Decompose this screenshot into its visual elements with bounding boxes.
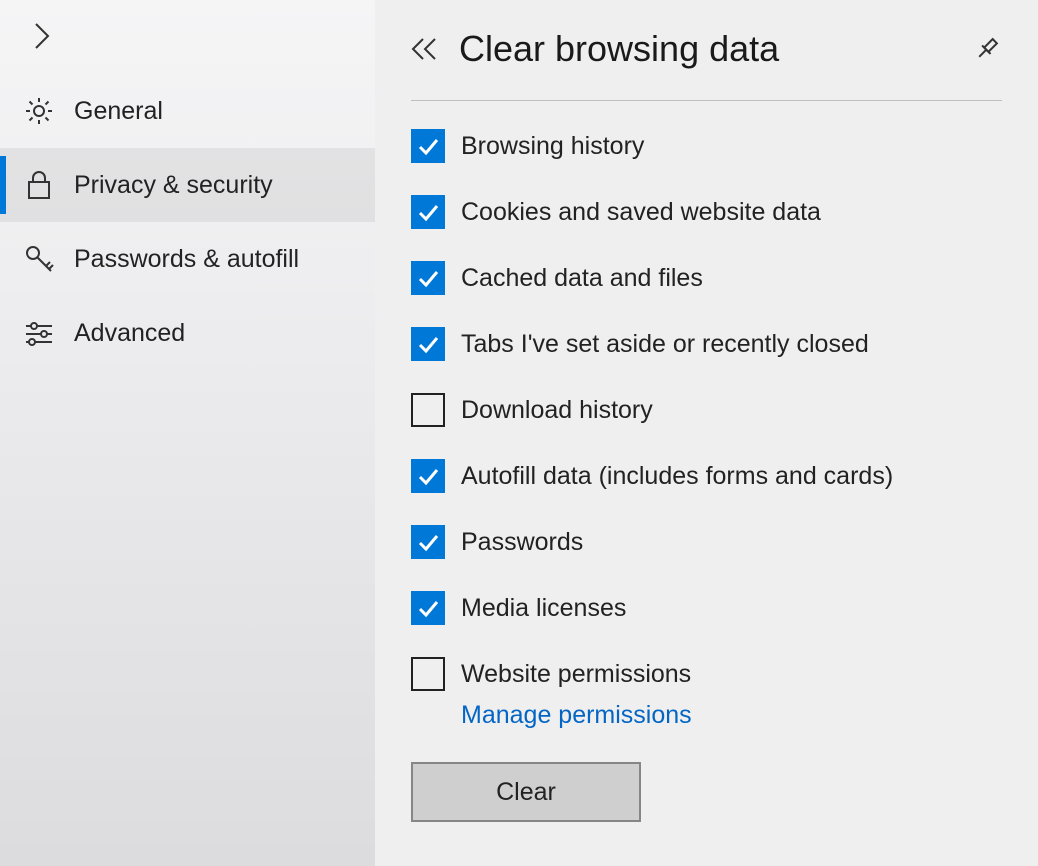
option-checkbox[interactable]: [411, 591, 445, 625]
manage-permissions-link[interactable]: Manage permissions: [461, 701, 692, 730]
option-checkbox[interactable]: [411, 195, 445, 229]
option-label: Download history: [461, 396, 653, 424]
option-0[interactable]: Browsing history: [411, 129, 1002, 163]
option-5[interactable]: Autofill data (includes forms and cards): [411, 459, 1002, 493]
clear-button-label: Clear: [496, 778, 556, 807]
option-checkbox[interactable]: [411, 459, 445, 493]
option-checkbox[interactable]: [411, 525, 445, 559]
gear-icon: [22, 94, 56, 128]
back-button[interactable]: [411, 37, 437, 61]
chevron-right-icon: [34, 22, 50, 50]
option-label: Autofill data (includes forms and cards): [461, 462, 893, 490]
option-4[interactable]: Download history: [411, 393, 1002, 427]
key-icon: [22, 242, 56, 276]
check-icon: [416, 200, 440, 224]
pin-icon: [972, 36, 1002, 62]
pin-button[interactable]: [972, 36, 1002, 62]
option-label: Passwords: [461, 528, 583, 556]
panel-header: Clear browsing data: [411, 28, 1002, 101]
option-checkbox[interactable]: [411, 327, 445, 361]
option-checkbox[interactable]: [411, 657, 445, 691]
sidebar-item-label: Passwords & autofill: [74, 245, 299, 274]
option-2[interactable]: Cached data and files: [411, 261, 1002, 295]
sliders-icon: [22, 316, 56, 350]
clear-button[interactable]: Clear: [411, 762, 641, 822]
chevron-double-left-icon: [411, 37, 437, 61]
sidebar-item-general[interactable]: General: [0, 74, 375, 148]
sidebar-item-label: Privacy & security: [74, 171, 273, 200]
settings-sidebar: General Privacy & security: [0, 0, 375, 866]
option-label: Website permissions: [461, 660, 691, 688]
option-label: Media licenses: [461, 594, 626, 622]
check-icon: [416, 596, 440, 620]
option-checkbox[interactable]: [411, 393, 445, 427]
options-list: Browsing history Cookies and saved websit…: [411, 129, 1002, 730]
check-icon: [416, 134, 440, 158]
panel-title: Clear browsing data: [459, 28, 972, 70]
lock-icon: [22, 168, 56, 202]
option-label: Cookies and saved website data: [461, 198, 821, 226]
sidebar-item-advanced[interactable]: Advanced: [0, 296, 375, 370]
option-3[interactable]: Tabs I've set aside or recently closed: [411, 327, 1002, 361]
option-checkbox[interactable]: [411, 261, 445, 295]
option-1[interactable]: Cookies and saved website data: [411, 195, 1002, 229]
check-icon: [416, 332, 440, 356]
sidebar-item-label: Advanced: [74, 319, 185, 348]
option-label: Browsing history: [461, 132, 644, 160]
option-6[interactable]: Passwords: [411, 525, 1002, 559]
option-label: Tabs I've set aside or recently closed: [461, 330, 869, 358]
sidebar-item-passwords-autofill[interactable]: Passwords & autofill: [0, 222, 375, 296]
sidebar-item-privacy-security[interactable]: Privacy & security: [0, 148, 375, 222]
sidebar-expand-button[interactable]: [22, 16, 62, 56]
option-8[interactable]: Website permissions Manage permissions: [411, 657, 1002, 730]
clear-browsing-data-panel: Clear browsing data Browsing history Cook…: [375, 0, 1038, 866]
check-icon: [416, 464, 440, 488]
check-icon: [416, 530, 440, 554]
option-label: Cached data and files: [461, 264, 703, 292]
sidebar-item-label: General: [74, 97, 163, 126]
option-checkbox[interactable]: [411, 129, 445, 163]
check-icon: [416, 266, 440, 290]
option-7[interactable]: Media licenses: [411, 591, 1002, 625]
